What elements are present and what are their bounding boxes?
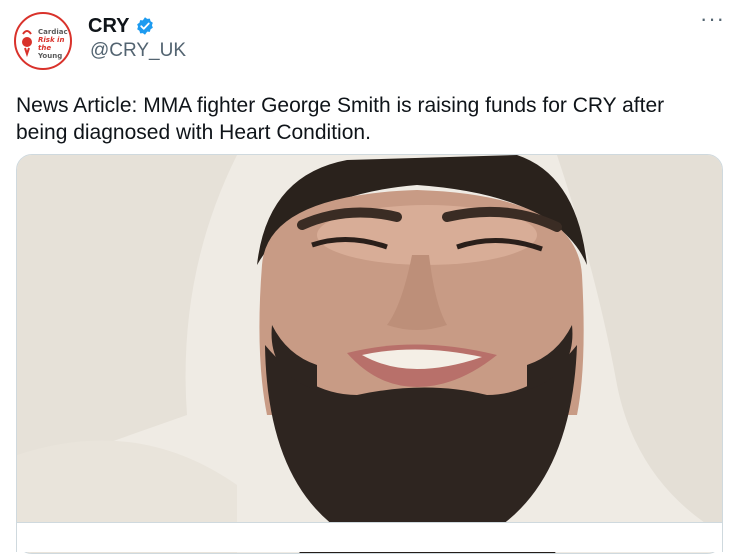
avatar-logo-text: Cardiac Risk in the Young <box>38 28 70 60</box>
photo-man-with-beard <box>17 155 722 553</box>
tweet-text: News Article: MMA fighter George Smith i… <box>16 94 665 144</box>
display-name[interactable]: CRY <box>88 14 129 38</box>
avatar[interactable]: Cardiac Risk in the Young <box>14 12 72 70</box>
avatar-logo-line-1: Cardiac <box>38 28 68 36</box>
user-handle[interactable]: @CRY_UK <box>90 40 186 62</box>
media-card-footer[interactable] <box>16 522 723 552</box>
avatar-logo-line-2: Risk in the <box>38 36 65 52</box>
avatar-logo-line-3: Young <box>38 52 63 60</box>
tweet-media-photo[interactable] <box>16 154 723 554</box>
more-options-button[interactable]: ··· <box>700 8 725 30</box>
tweet-card[interactable]: Cardiac Risk in the Young CRY @CRY_UK ··… <box>0 0 743 554</box>
author-name-row[interactable]: CRY <box>88 14 155 38</box>
more-horizontal-icon: ··· <box>700 6 725 31</box>
verified-badge-icon <box>137 17 154 35</box>
